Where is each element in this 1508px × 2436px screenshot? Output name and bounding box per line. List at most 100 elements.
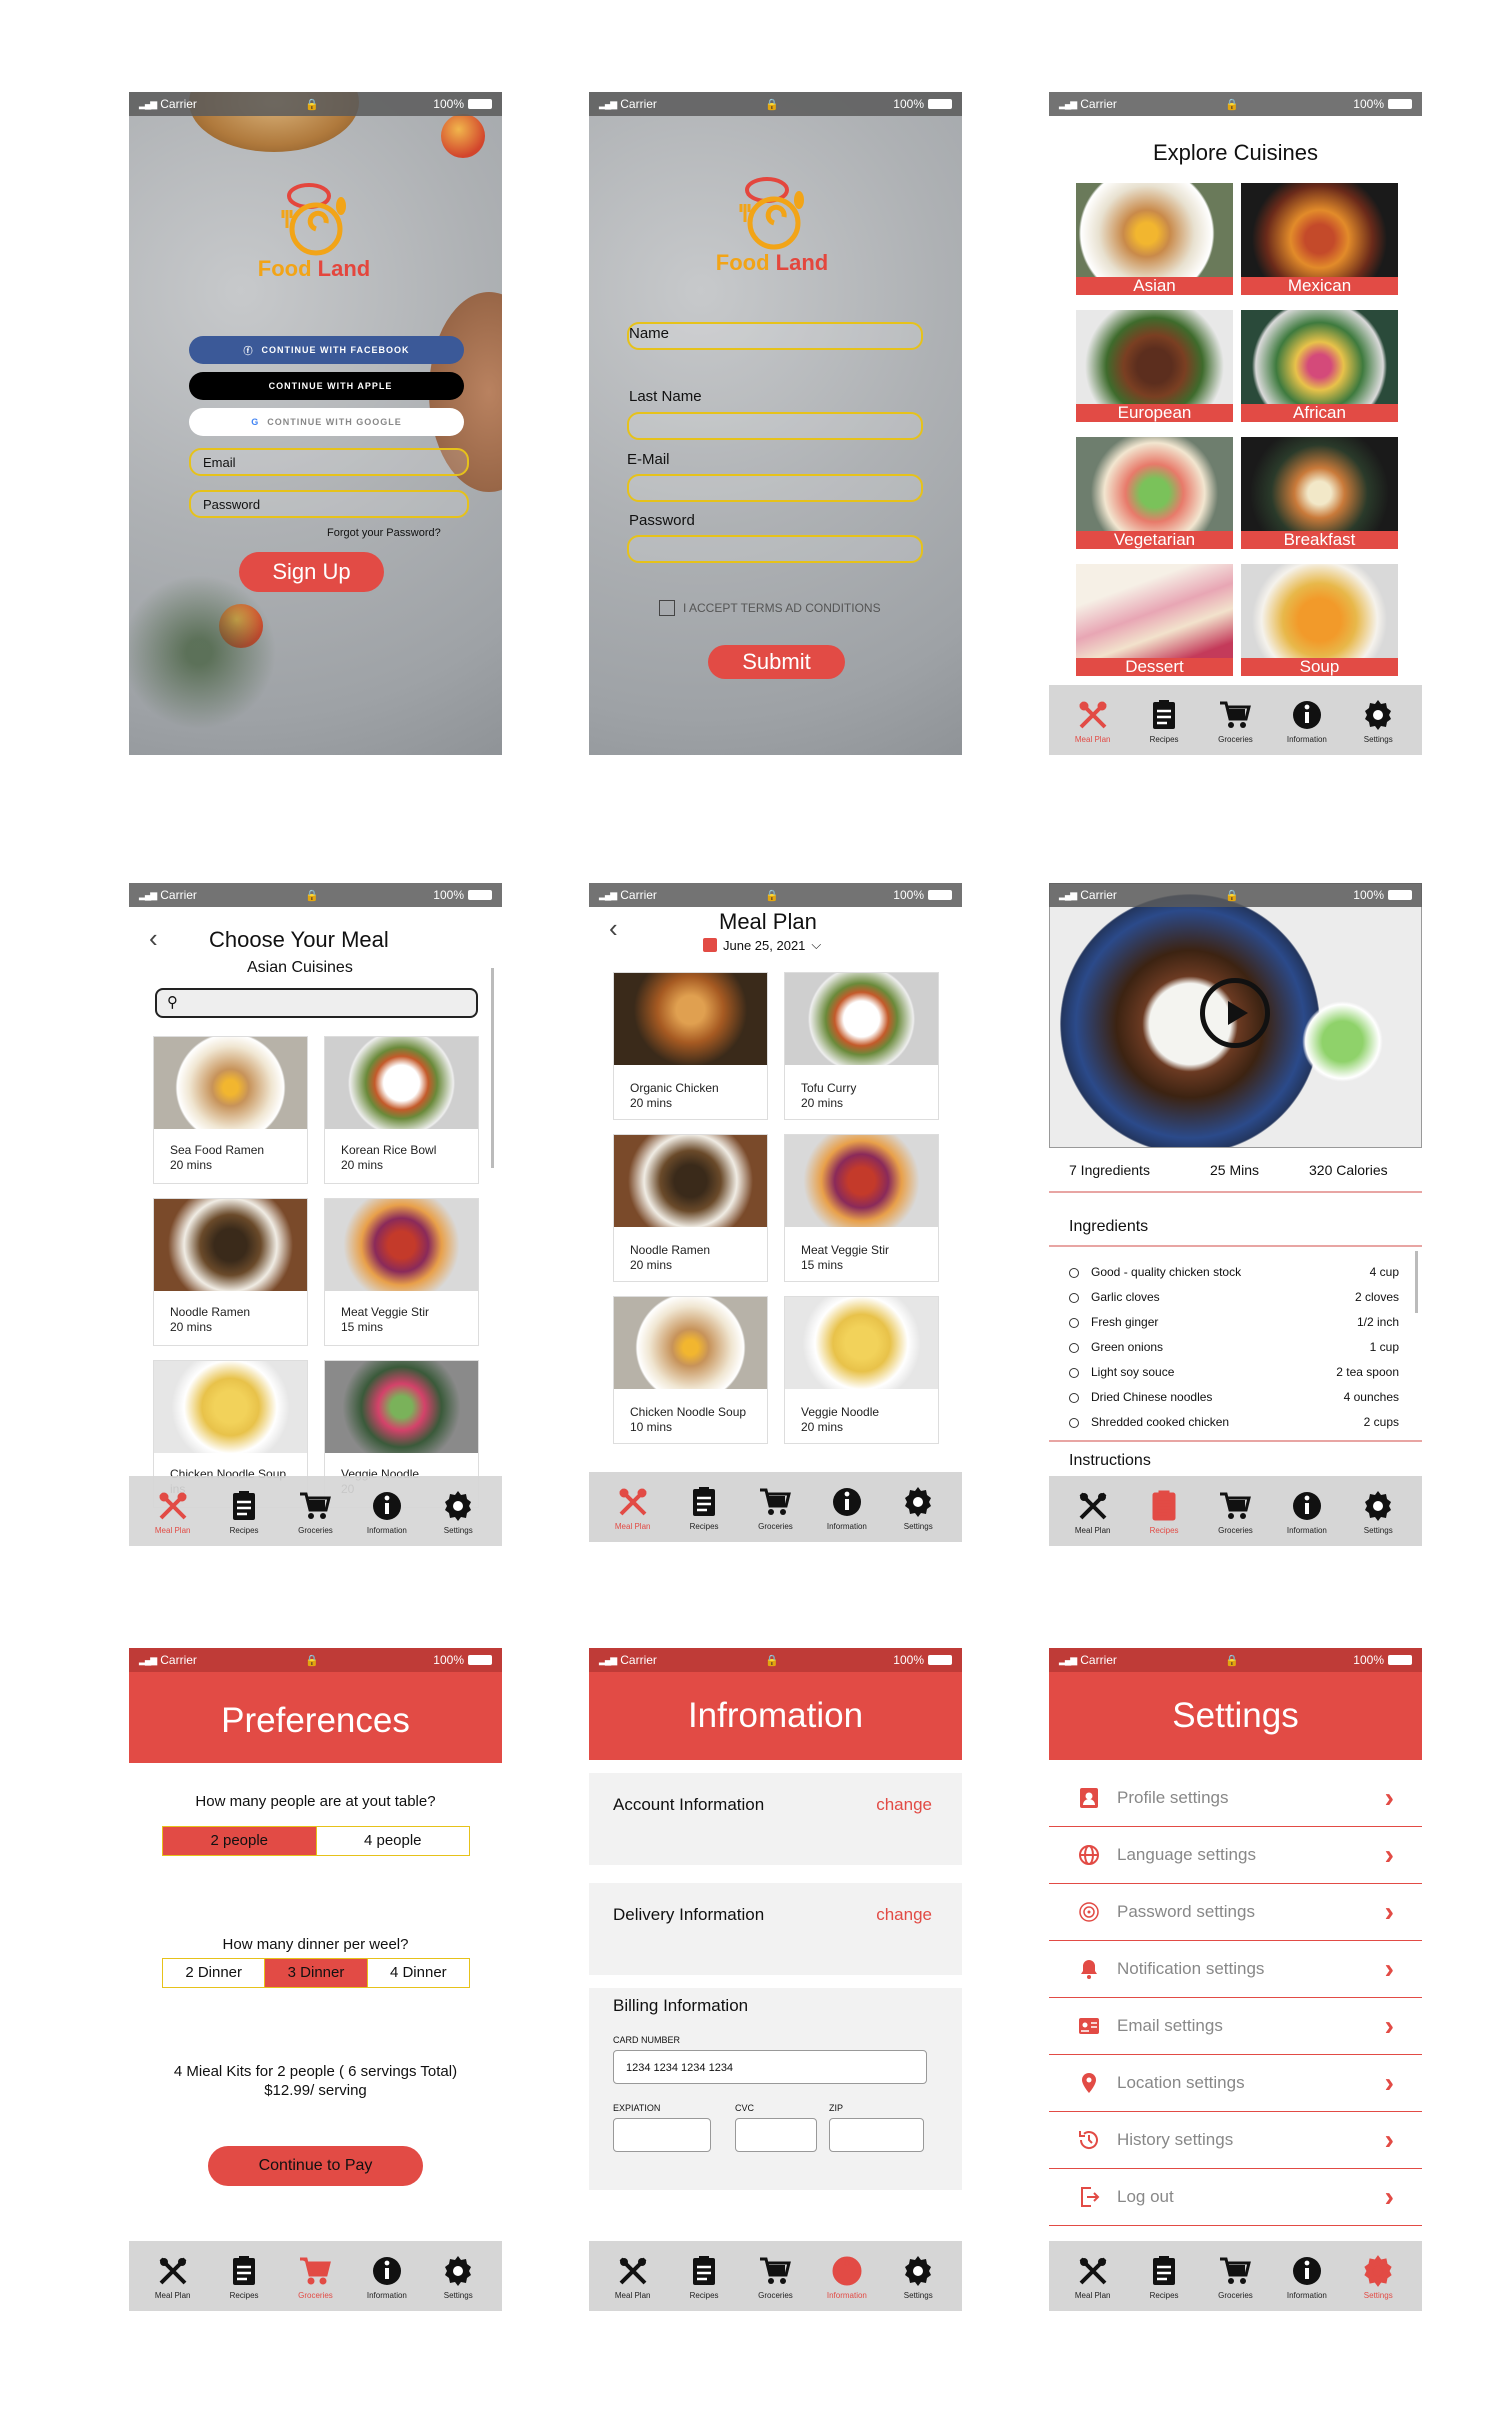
settings-item-log-out[interactable]: Log out ›: [1049, 2169, 1422, 2226]
option-4-people[interactable]: 4 people: [317, 1827, 470, 1855]
cuisine-tile-breakfast[interactable]: Breakfast: [1241, 437, 1398, 549]
tab-groceries[interactable]: Groceries: [1205, 2253, 1265, 2300]
search-input[interactable]: ⚲: [155, 988, 478, 1018]
option-2-dinner[interactable]: 2 Dinner: [163, 1959, 266, 1987]
cuisine-tile-soup[interactable]: Soup: [1241, 564, 1398, 676]
facebook-button[interactable]: ⓕ CONTINUE WITH FACEBOOK: [189, 336, 464, 364]
tab-settings[interactable]: Settings: [1348, 697, 1408, 744]
option-4-dinner[interactable]: 4 Dinner: [368, 1959, 469, 1987]
meal-card[interactable]: Veggie Noodle 20 mins: [784, 1296, 939, 1444]
terms-checkbox[interactable]: [659, 600, 675, 616]
back-icon[interactable]: ‹: [609, 913, 618, 944]
cuisine-tile-vegetarian[interactable]: Vegetarian: [1076, 437, 1233, 549]
tab-meal-plan[interactable]: Meal Plan: [1063, 697, 1123, 744]
meal-card[interactable]: Noodle Ramen 20 mins: [153, 1198, 308, 1346]
scrollbar[interactable]: [1415, 1251, 1418, 1313]
settings-item-email-settings[interactable]: Email settings ›: [1049, 1998, 1422, 2055]
cuisine-tile-mexican[interactable]: Mexican: [1241, 183, 1398, 295]
scrollbar[interactable]: [491, 968, 494, 1168]
tab-information[interactable]: Information: [357, 2253, 417, 2300]
last-name-field[interactable]: [627, 412, 923, 440]
cuisine-tile-dessert[interactable]: Dessert: [1076, 564, 1233, 676]
play-icon[interactable]: [1200, 978, 1270, 1048]
tab-settings[interactable]: Settings: [428, 1488, 488, 1535]
tab-recipes[interactable]: Recipes: [674, 2253, 734, 2300]
forgot-password-link[interactable]: Forgot your Password?: [327, 527, 441, 539]
tab-information[interactable]: Information: [1277, 697, 1337, 744]
cuisine-tile-asian[interactable]: Asian: [1076, 183, 1233, 295]
meal-card[interactable]: Chicken Noodle Soup 10 mins: [613, 1296, 768, 1444]
tab-settings[interactable]: Settings: [888, 1484, 948, 1531]
option-3-dinner[interactable]: 3 Dinner: [265, 1959, 368, 1987]
ingredient-row[interactable]: Garlic cloves 2 cloves: [1069, 1290, 1399, 1304]
tab-meal-plan[interactable]: Meal Plan: [1063, 2253, 1123, 2300]
tab-meal-plan[interactable]: Meal Plan: [1063, 1488, 1123, 1535]
recipes-icon: [686, 2253, 722, 2291]
delivery-change-link[interactable]: change: [876, 1905, 932, 1925]
cuisine-tile-european[interactable]: European: [1076, 310, 1233, 422]
meal-card[interactable]: Noodle Ramen 20 mins: [613, 1134, 768, 1282]
tab-groceries[interactable]: Groceries: [1205, 697, 1265, 744]
tab-recipes[interactable]: Recipes: [214, 2253, 274, 2300]
meal-card[interactable]: Sea Food Ramen 20 mins: [153, 1036, 308, 1184]
back-icon[interactable]: ‹: [149, 923, 158, 954]
tab-settings[interactable]: Settings: [1348, 2253, 1408, 2300]
tab-settings[interactable]: Settings: [1348, 1488, 1408, 1535]
email-field[interactable]: [627, 474, 923, 502]
expiation-input[interactable]: [613, 2118, 711, 2152]
tab-information[interactable]: Information: [1277, 2253, 1337, 2300]
settings-item-notification-settings[interactable]: Notification settings ›: [1049, 1941, 1422, 1998]
ingredient-row[interactable]: Green onions 1 cup: [1069, 1340, 1399, 1354]
name-field[interactable]: [627, 322, 923, 350]
date-picker[interactable]: June 25, 2021 ⌵: [703, 937, 821, 953]
meal-card[interactable]: Tofu Curry 20 mins: [784, 972, 939, 1120]
tab-information[interactable]: Information: [817, 1484, 877, 1531]
ingredient-row[interactable]: Dried Chinese noodles 4 ounches: [1069, 1390, 1399, 1404]
tab-information[interactable]: Information: [817, 2253, 877, 2300]
tab-information[interactable]: Information: [357, 1488, 417, 1535]
zip-input[interactable]: [829, 2118, 924, 2152]
google-button[interactable]: G CONTINUE WITH GOOGLE: [189, 408, 464, 436]
tab-groceries[interactable]: Groceries: [1205, 1488, 1265, 1535]
apple-button[interactable]: CONTINUE WITH APPLE: [189, 372, 464, 400]
sign-up-button[interactable]: Sign Up: [239, 552, 384, 592]
tab-information[interactable]: Information: [1277, 1488, 1337, 1535]
submit-button[interactable]: Submit: [708, 645, 845, 679]
meal-card[interactable]: Meat Veggie Stir 15 mins: [784, 1134, 939, 1282]
option-2-people[interactable]: 2 people: [163, 1827, 317, 1855]
meal-card[interactable]: Meat Veggie Stir 15 mins: [324, 1198, 479, 1346]
tab-meal-plan[interactable]: Meal Plan: [603, 2253, 663, 2300]
tab-settings[interactable]: Settings: [888, 2253, 948, 2300]
tab-settings[interactable]: Settings: [428, 2253, 488, 2300]
continue-to-pay-button[interactable]: Continue to Pay: [208, 2146, 423, 2186]
tab-recipes[interactable]: Recipes: [1134, 697, 1194, 744]
meal-card[interactable]: Organic Chicken 20 mins: [613, 972, 768, 1120]
cvc-input[interactable]: [735, 2118, 817, 2152]
account-change-link[interactable]: change: [876, 1795, 932, 1815]
settings-item-history-settings[interactable]: History settings ›: [1049, 2112, 1422, 2169]
tab-recipes[interactable]: Recipes: [1134, 2253, 1194, 2300]
tab-groceries[interactable]: Groceries: [745, 2253, 805, 2300]
meal-card[interactable]: Korean Rice Bowl 20 mins: [324, 1036, 479, 1184]
tab-groceries[interactable]: Groceries: [285, 2253, 345, 2300]
settings-item-profile-settings[interactable]: Profile settings ›: [1049, 1770, 1422, 1827]
tab-recipes[interactable]: Recipes: [674, 1484, 734, 1531]
tab-meal-plan[interactable]: Meal Plan: [143, 1488, 203, 1535]
tab-meal-plan[interactable]: Meal Plan: [143, 2253, 203, 2300]
password-field[interactable]: [627, 535, 923, 563]
status-bar: ▂▄▆ Carrier 🔒 100%: [1049, 1648, 1422, 1672]
settings-item-language-settings[interactable]: Language settings ›: [1049, 1827, 1422, 1884]
tab-groceries[interactable]: Groceries: [285, 1488, 345, 1535]
tab-recipes[interactable]: Recipes: [214, 1488, 274, 1535]
ingredient-row[interactable]: Light soy souce 2 tea spoon: [1069, 1365, 1399, 1379]
settings-item-location-settings[interactable]: Location settings ›: [1049, 2055, 1422, 2112]
tab-recipes[interactable]: Recipes: [1134, 1488, 1194, 1535]
tab-meal-plan[interactable]: Meal Plan: [603, 1484, 663, 1531]
ingredient-row[interactable]: Fresh ginger 1/2 inch: [1069, 1315, 1399, 1329]
card-number-input[interactable]: 1234 1234 1234 1234: [613, 2050, 927, 2084]
ingredient-row[interactable]: Good - quality chicken stock 4 cup: [1069, 1265, 1399, 1279]
cuisine-tile-african[interactable]: African: [1241, 310, 1398, 422]
ingredient-row[interactable]: Shredded cooked chicken 2 cups: [1069, 1415, 1399, 1429]
tab-groceries[interactable]: Groceries: [745, 1484, 805, 1531]
settings-item-password-settings[interactable]: Password settings ›: [1049, 1884, 1422, 1941]
